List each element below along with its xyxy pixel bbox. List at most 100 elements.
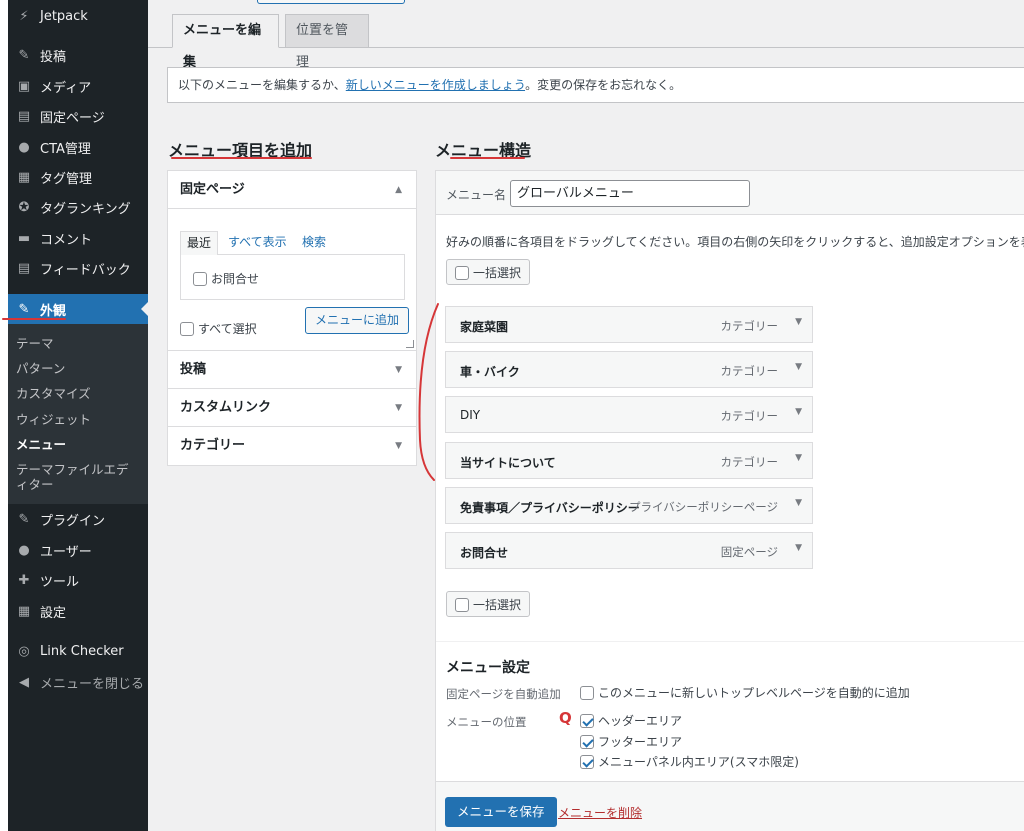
- auto-add-label: 固定ページを自動追加: [446, 687, 561, 701]
- auto-add-option[interactable]: このメニューに新しいトップレベルページを自動的に追加: [580, 684, 910, 701]
- checkbox-checked[interactable]: [580, 713, 594, 728]
- checkbox-label: メニューパネル内エリア(スマホ限定): [598, 755, 799, 769]
- section-categories[interactable]: カテゴリー ▼: [168, 427, 416, 465]
- expand-down-icon[interactable]: ▼: [795, 498, 802, 508]
- submenu-themes[interactable]: テーマ: [16, 336, 54, 351]
- submenu-customize[interactable]: カスタマイズ: [16, 386, 91, 401]
- menu-item[interactable]: 車・バイク カテゴリー ▼: [445, 351, 813, 388]
- select-all[interactable]: すべて選択: [180, 320, 257, 337]
- menu-footer: メニューを保存 メニューを削除: [436, 781, 1024, 831]
- menu-item-type: プライバシーポリシーページ: [628, 500, 778, 514]
- sidebar-item-pages[interactable]: ▤ 固定ページ: [8, 101, 148, 131]
- sidebar-item-label: フィードバック: [40, 262, 131, 278]
- sidebar-item-posts[interactable]: ✎ 投稿: [8, 40, 148, 70]
- expand-down-icon: ▼: [395, 441, 402, 451]
- add-to-menu-button[interactable]: メニューに追加: [305, 307, 410, 334]
- sidebar-item-tools[interactable]: ✚ ツール: [8, 565, 148, 595]
- menu-item-title: お問合せ: [460, 546, 509, 560]
- menu-item[interactable]: 当サイトについて カテゴリー ▼: [445, 442, 813, 479]
- section-custom-links[interactable]: カスタムリンク ▼: [168, 389, 416, 427]
- notice-text: 以下のメニューを編集するか、: [178, 78, 346, 92]
- menu-location-label: メニューの位置: [446, 715, 527, 729]
- checkbox-checked[interactable]: [580, 754, 594, 769]
- menu-item-title: 当サイトについて: [460, 456, 556, 470]
- recent-pages-list: お問合せ: [180, 254, 405, 300]
- location-footer[interactable]: フッターエリア: [580, 733, 682, 750]
- plugin-icon: ✎: [18, 511, 30, 527]
- sidebar-item-tag-ranking[interactable]: ✪ タグランキング: [8, 192, 148, 222]
- sidebar-item-label: タグ管理: [40, 171, 93, 187]
- brush-icon: ✎: [18, 301, 30, 317]
- menu-item-type: カテゴリー: [720, 364, 779, 378]
- expand-down-icon: ▼: [395, 365, 402, 375]
- submenu-theme-file-editor[interactable]: テーマファイルエディター: [16, 462, 140, 492]
- checkbox[interactable]: [455, 597, 469, 612]
- tab-manage-locations[interactable]: 位置を管理: [285, 14, 369, 70]
- menu-structure-panel: メニュー名 グローバルメニュー 好みの順番に各項目をドラッグしてください。項目の…: [435, 170, 1024, 831]
- expand-down-icon[interactable]: ▼: [795, 543, 802, 553]
- sidebar-item-feedback[interactable]: ▤ フィードバック: [8, 253, 148, 283]
- checkbox[interactable]: [455, 265, 469, 280]
- bulk-select-button-bottom[interactable]: 一括選択: [446, 591, 531, 617]
- checkbox[interactable]: [193, 271, 207, 286]
- expand-down-icon[interactable]: ▼: [795, 317, 802, 327]
- checkbox[interactable]: [580, 685, 594, 700]
- checkbox-label: 一括選択: [473, 265, 522, 280]
- section-posts[interactable]: 投稿 ▼: [168, 351, 416, 389]
- page-option-contact[interactable]: お問合せ: [193, 270, 259, 287]
- save-menu-button[interactable]: メニューを保存: [445, 797, 557, 827]
- bulk-select-button-top[interactable]: 一括選択: [446, 259, 531, 285]
- create-menu-link[interactable]: 新しいメニューを作成しましょう: [346, 78, 525, 92]
- appearance-submenu: テーマ パターン カスタマイズ ウィジェット メニュー テーマファイルエディター: [8, 324, 148, 504]
- menu-item[interactable]: お問合せ 固定ページ ▼: [445, 532, 813, 569]
- tab-recent[interactable]: 最近: [180, 231, 219, 255]
- menu-item-type: カテゴリー: [720, 455, 779, 469]
- menu-item[interactable]: DIY カテゴリー ▼: [445, 396, 813, 433]
- sidebar-item-jetpack[interactable]: ⚡ Jetpack: [8, 1, 148, 31]
- expand-down-icon[interactable]: ▼: [795, 453, 802, 463]
- location-mobile-panel[interactable]: メニューパネル内エリア(スマホ限定): [580, 753, 799, 770]
- drag-instructions: 好みの順番に各項目をドラッグしてください。項目の右側の矢印をクリックすると、追加…: [446, 235, 1024, 249]
- sidebar-item-cta[interactable]: ● CTA管理: [8, 132, 148, 162]
- menu-item-type: 固定ページ: [720, 545, 778, 559]
- lightbulb-icon: ●: [18, 139, 30, 155]
- collapse-arrow-icon: ◀: [19, 674, 29, 690]
- expand-down-icon[interactable]: ▼: [795, 362, 802, 372]
- menu-settings-title: メニュー設定: [446, 660, 530, 676]
- location-header[interactable]: ヘッダーエリア: [580, 712, 682, 729]
- tabs-divider: [148, 47, 1024, 48]
- collapse-up-icon: ▲: [395, 185, 402, 195]
- sidebar-item-media[interactable]: ▣ メディア: [8, 71, 148, 101]
- tab-view-all[interactable]: すべて表示: [228, 231, 287, 253]
- checkbox-checked[interactable]: [580, 734, 594, 749]
- sidebar-item-plugins[interactable]: ✎ プラグイン: [8, 504, 148, 534]
- delete-menu-link[interactable]: メニューを削除: [558, 804, 642, 821]
- sidebar-item-tags[interactable]: ▦ タグ管理: [8, 162, 148, 192]
- red-annotation-bracket: [418, 303, 439, 481]
- tab-edit-menu[interactable]: メニューを編集: [172, 14, 279, 70]
- checkbox[interactable]: [180, 321, 194, 336]
- sidebar-item-settings[interactable]: ▦ 設定: [8, 596, 148, 626]
- admin-sidebar: ⚡ Jetpack ✎ 投稿 ▣ メディア ▤ 固定ページ ● CTA管理 ▦ タグ管理 ✪…: [8, 0, 148, 831]
- section-pages[interactable]: 固定ページ ▲: [168, 171, 416, 209]
- submenu-widgets[interactable]: ウィジェット: [16, 412, 91, 427]
- top-button-edge[interactable]: [257, 0, 405, 4]
- sidebar-item-users[interactable]: ● ユーザー: [8, 535, 148, 565]
- tab-search[interactable]: 検索: [302, 231, 326, 253]
- submenu-patterns[interactable]: パターン: [16, 361, 65, 376]
- sidebar-item-label: メディア: [40, 80, 92, 96]
- sidebar-item-comments[interactable]: ▬ コメント: [8, 223, 148, 253]
- checkbox-label: すべて選択: [198, 322, 257, 336]
- menu-item[interactable]: 家庭菜園 カテゴリー ▼: [445, 306, 813, 343]
- menu-name-input[interactable]: グローバルメニュー: [510, 180, 750, 207]
- menu-item-title: 家庭菜園: [460, 320, 509, 334]
- sidebar-collapse-menu[interactable]: ◀ メニューを閉じる: [8, 667, 148, 697]
- submenu-menus[interactable]: メニュー: [16, 437, 66, 452]
- menu-item[interactable]: 免責事項／プライバシーポリシー プライバシーポリシーページ ▼: [445, 487, 813, 524]
- jetpack-icon: ⚡: [19, 8, 29, 24]
- sidebar-item-label: 設定: [40, 605, 67, 621]
- red-annotation-q: Q: [559, 709, 572, 727]
- expand-down-icon[interactable]: ▼: [795, 407, 802, 417]
- sidebar-item-label: コメント: [40, 232, 93, 248]
- sidebar-item-link-checker[interactable]: ◎ Link Checker: [8, 636, 148, 666]
